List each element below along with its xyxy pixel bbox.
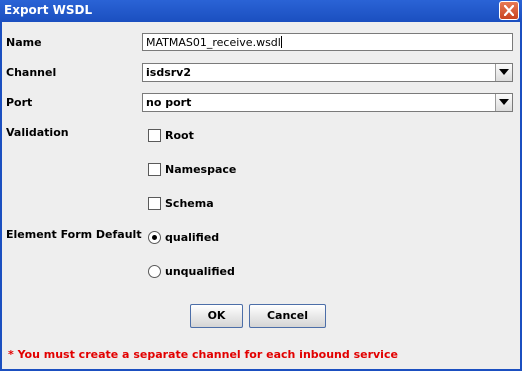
namespace-checkbox[interactable] <box>148 163 161 176</box>
channel-select-value: isdsrv2 <box>146 66 191 79</box>
name-input-value: MATMAS01_receive.wsdl <box>146 36 281 49</box>
chevron-down-icon <box>499 99 509 105</box>
port-select-value: no port <box>146 96 192 109</box>
schema-checkbox[interactable] <box>148 197 161 210</box>
unqualified-radio-label[interactable]: unqualified <box>165 265 235 278</box>
text-caret <box>280 36 282 48</box>
namespace-checkbox-label[interactable]: Namespace <box>165 163 236 176</box>
channel-dropdown-button[interactable] <box>495 64 512 81</box>
channel-select[interactable]: isdsrv2 <box>142 63 513 82</box>
root-checkbox[interactable] <box>148 129 161 142</box>
channel-requirement-note: * You must create a separate channel for… <box>8 348 398 361</box>
port-dropdown-button[interactable] <box>495 94 512 111</box>
chevron-down-icon <box>499 69 509 75</box>
schema-checkbox-label[interactable]: Schema <box>165 197 214 210</box>
validation-label: Validation <box>6 126 69 139</box>
name-input[interactable]: MATMAS01_receive.wsdl <box>142 33 513 51</box>
port-select[interactable]: no port <box>142 93 513 112</box>
cancel-button[interactable]: Cancel <box>249 304 326 328</box>
channel-label: Channel <box>6 66 57 79</box>
ok-button[interactable]: OK <box>190 304 243 328</box>
unqualified-radio[interactable] <box>148 265 161 278</box>
title-bar[interactable]: Export WSDL <box>0 0 522 22</box>
qualified-radio[interactable] <box>148 231 161 244</box>
name-label: Name <box>6 36 42 49</box>
window-title: Export WSDL <box>4 3 93 17</box>
radio-selected-dot <box>152 235 157 240</box>
export-wsdl-dialog: Export WSDL Name MATMAS01_receive.wsdl C… <box>0 0 522 371</box>
root-checkbox-label[interactable]: Root <box>165 129 194 142</box>
element-form-default-label: Element Form Default <box>6 228 142 241</box>
qualified-radio-label[interactable]: qualified <box>165 231 219 244</box>
port-label: Port <box>6 96 33 109</box>
close-button[interactable] <box>499 1 519 20</box>
close-icon <box>504 5 514 16</box>
